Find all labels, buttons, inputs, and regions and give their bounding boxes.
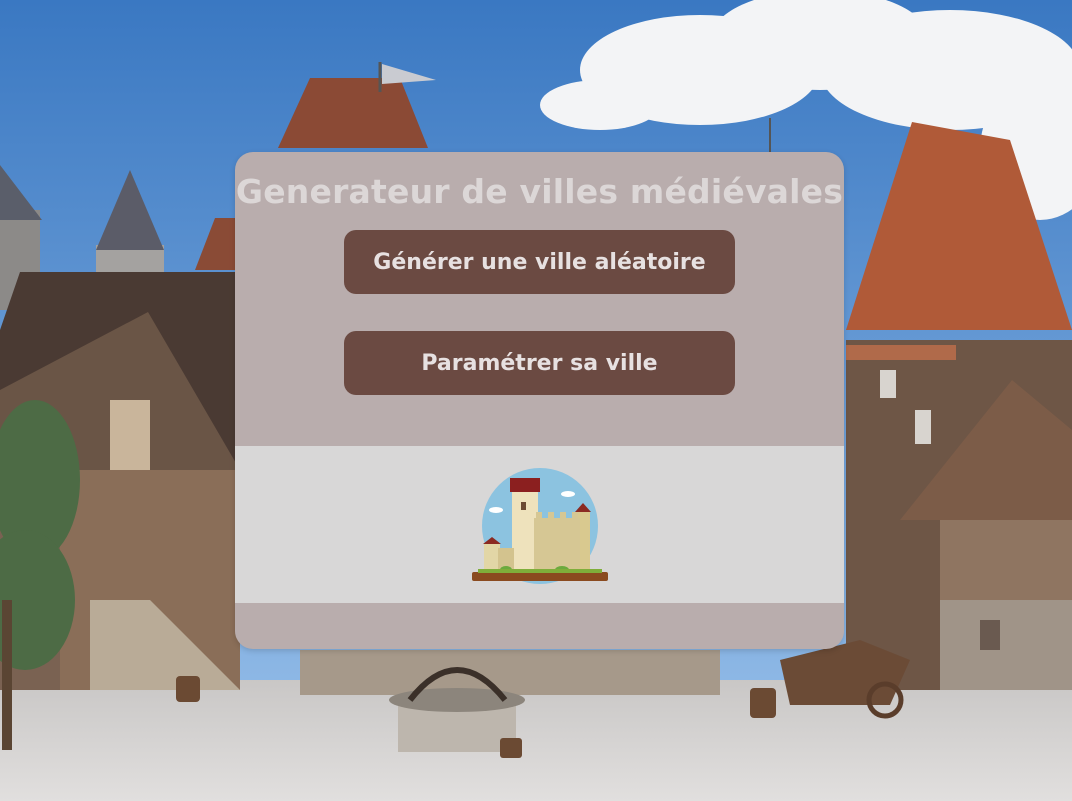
castle-icon <box>472 468 608 584</box>
configure-city-button[interactable]: Paramétrer sa ville <box>344 331 735 395</box>
dialog-title: Generateur de villes médiévales <box>235 172 844 211</box>
main-menu-dialog: Generateur de villes médiévales Générer … <box>235 152 844 649</box>
logo-band <box>235 446 844 603</box>
generate-random-city-button[interactable]: Générer une ville aléatoire <box>344 230 735 294</box>
